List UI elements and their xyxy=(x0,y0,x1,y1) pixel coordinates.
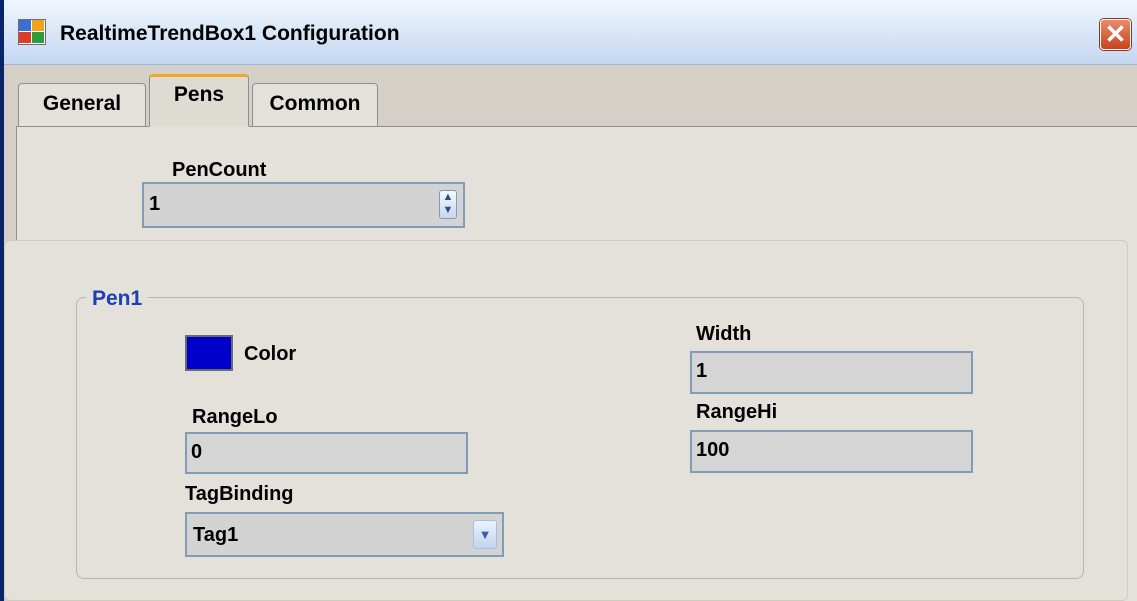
tag-binding-value: Tag1 xyxy=(193,524,239,546)
range-hi-label: RangeHi xyxy=(696,401,778,423)
spin-down-icon[interactable]: ▼ xyxy=(440,204,456,217)
close-button[interactable]: ✕ xyxy=(1100,19,1131,50)
pen-count-value: 1 xyxy=(149,193,161,215)
color-label: Color xyxy=(244,343,297,365)
pen-count-stepper[interactable]: 1 ▲ ▼ xyxy=(142,182,465,228)
range-lo-label: RangeLo xyxy=(192,406,278,428)
spin-up-icon[interactable]: ▲ xyxy=(440,191,456,204)
range-hi-field[interactable]: 100 xyxy=(690,430,973,473)
pen-count-label: PenCount xyxy=(172,159,267,181)
tab-pens[interactable]: Pens xyxy=(149,74,249,127)
window-title: RealtimeTrendBox1 Configuration xyxy=(60,22,400,45)
close-icon: ✕ xyxy=(1104,19,1127,49)
chevron-down-icon[interactable]: ▼ xyxy=(473,520,497,549)
tag-binding-select[interactable]: Tag1 ▼ xyxy=(185,512,504,557)
tab-general[interactable]: General xyxy=(18,83,146,127)
range-lo-field[interactable]: 0 xyxy=(185,432,468,474)
spin-buttons[interactable]: ▲ ▼ xyxy=(439,190,457,219)
width-field[interactable]: 1 xyxy=(690,351,973,394)
title-bar[interactable]: RealtimeTrendBox1 Configuration ✕ xyxy=(4,0,1137,65)
pen1-group-title: Pen1 xyxy=(86,286,149,312)
tag-binding-label: TagBinding xyxy=(185,483,294,505)
tab-common[interactable]: Common xyxy=(252,83,378,127)
color-swatch[interactable] xyxy=(185,335,233,371)
width-label: Width xyxy=(696,323,752,345)
config-window: RealtimeTrendBox1 Configuration ✕ Genera… xyxy=(0,0,1137,601)
app-grid-icon xyxy=(18,19,46,45)
